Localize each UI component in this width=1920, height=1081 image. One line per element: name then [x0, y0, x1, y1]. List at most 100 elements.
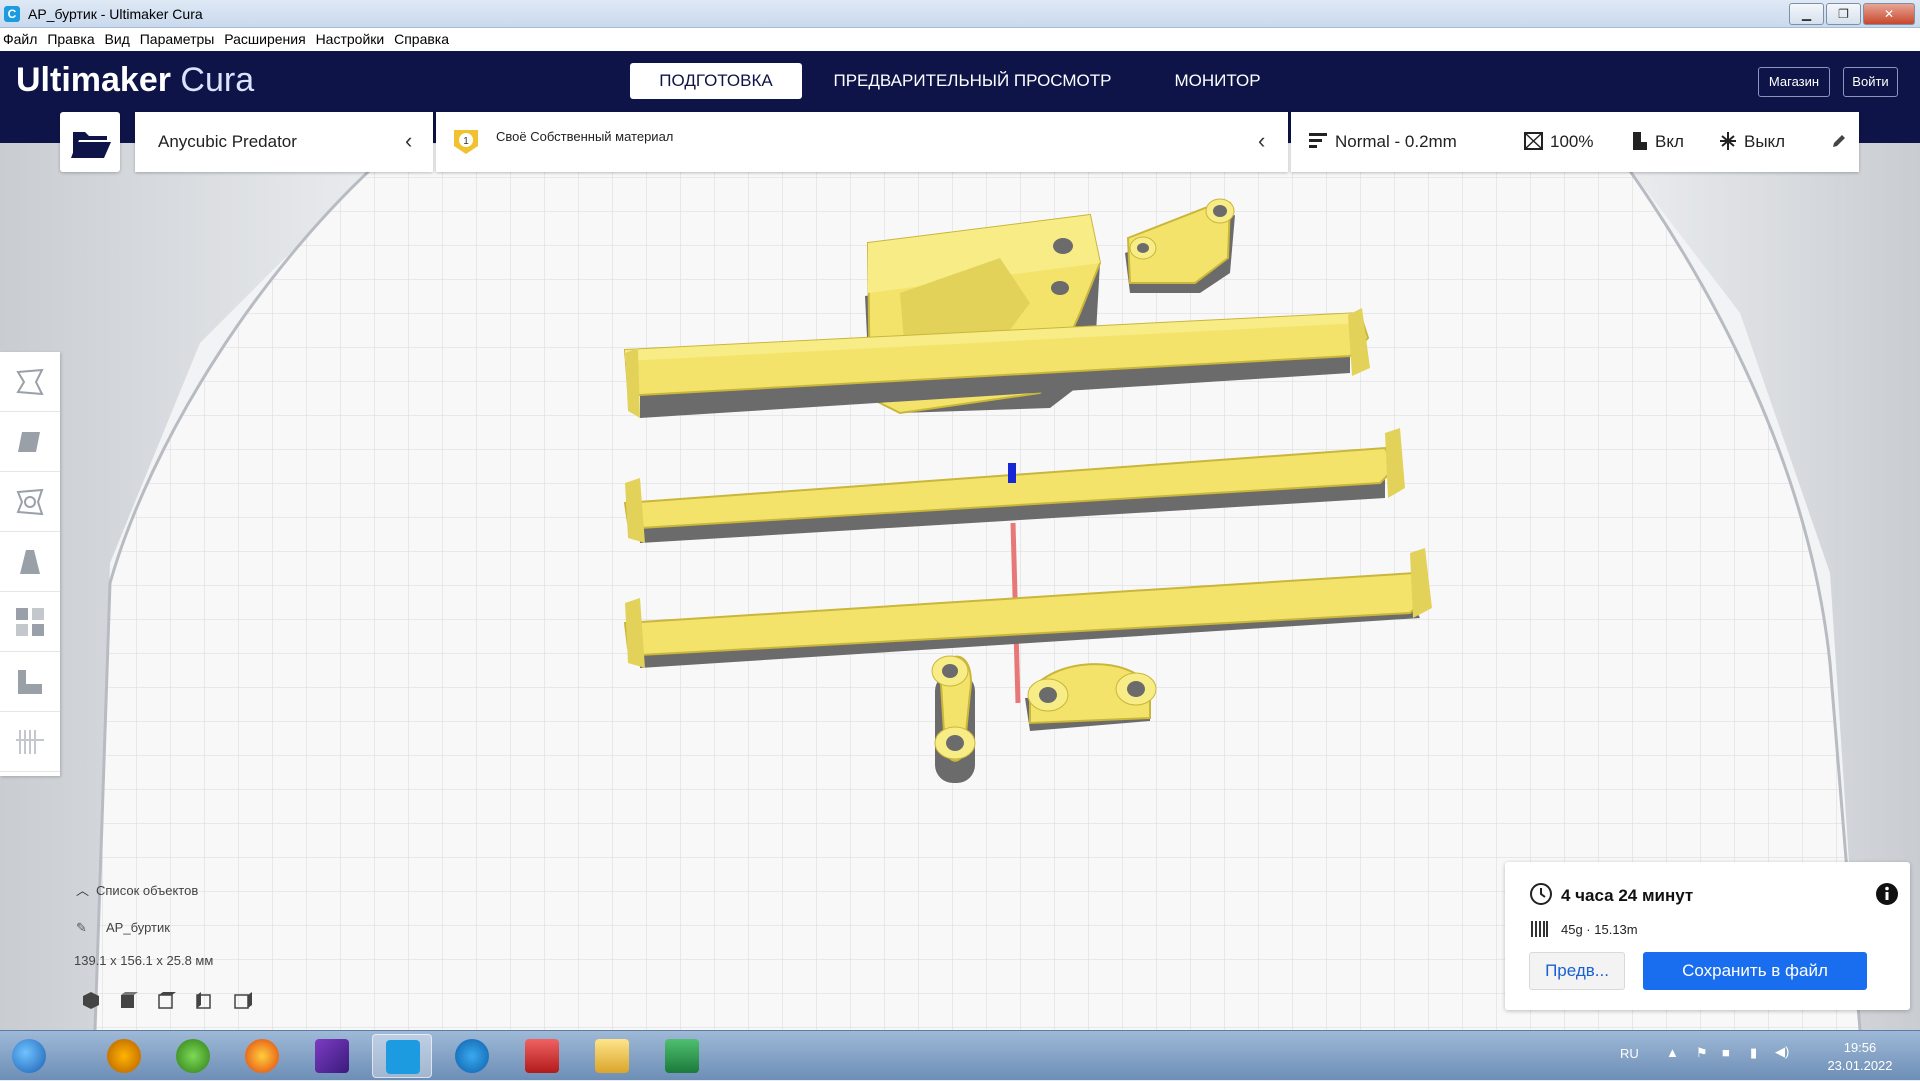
- infill-label: 100%: [1550, 132, 1594, 151]
- app-a-icon: [107, 1039, 141, 1073]
- taskbar-app-7[interactable]: [512, 1034, 572, 1078]
- window-title: AP_буртик - Ultimaker Cura: [28, 6, 203, 22]
- taskbar-excel[interactable]: [652, 1034, 712, 1078]
- adhesion-label: Выкл: [1744, 132, 1786, 151]
- adhesion-setting: Выкл: [1718, 132, 1785, 152]
- infill-icon: [1524, 132, 1543, 150]
- volume-icon[interactable]: ◀): [1775, 1044, 1789, 1060]
- ultimaker-cura-logo: Ultimaker Cura: [16, 61, 255, 99]
- view-right-icon: [234, 992, 252, 1009]
- minimize-button[interactable]: ▁: [1789, 3, 1824, 25]
- extruder-icon: 1: [454, 130, 478, 154]
- close-button[interactable]: ✕: [1863, 3, 1915, 25]
- tool-mirror[interactable]: [0, 532, 60, 592]
- object-list-toggle[interactable]: ︿ Список объектов: [76, 880, 198, 899]
- support-label: Вкл: [1655, 132, 1684, 151]
- menu-help[interactable]: Справка: [391, 28, 452, 47]
- tab-prepare[interactable]: ПОДГОТОВКА: [630, 63, 802, 99]
- tool-scale[interactable]: [0, 412, 60, 472]
- infill-setting: 100%: [1524, 132, 1593, 152]
- window-title-bar: C AP_буртик - Ultimaker Cura ▁ ❐ ✕: [0, 0, 1920, 28]
- taskbar-cura[interactable]: [372, 1034, 432, 1078]
- printer-selector[interactable]: Anycubic Predator ‹: [135, 112, 433, 172]
- login-button[interactable]: Войти: [1843, 67, 1898, 97]
- scale-tool-icon: [18, 432, 40, 452]
- app-c-icon: [455, 1039, 489, 1073]
- language-indicator[interactable]: RU: [1620, 1046, 1639, 1061]
- network-icon[interactable]: ▮: [1750, 1045, 1757, 1061]
- object-name-row[interactable]: ✎ AP_буртик: [76, 920, 170, 936]
- open-file-button[interactable]: [60, 112, 120, 172]
- windows-start-icon: [12, 1039, 46, 1073]
- view-buttons: [80, 990, 300, 1015]
- tab-preview[interactable]: ПРЕДВАРИТЕЛЬНЫЙ ПРОСМОТР: [820, 63, 1125, 99]
- tray-arrow-icon[interactable]: ▲: [1666, 1045, 1679, 1060]
- save-to-file-button[interactable]: Сохранить в файл: [1643, 952, 1867, 990]
- taskbar-app-6[interactable]: [442, 1034, 502, 1078]
- start-button[interactable]: [2, 1034, 56, 1078]
- chevron-left-icon: ‹: [1258, 128, 1266, 153]
- tool-support-blocker[interactable]: [0, 652, 60, 712]
- maximize-button[interactable]: ❐: [1826, 3, 1861, 25]
- menu-bar: Файл Правка Вид Параметры Расширения Нас…: [0, 28, 1920, 51]
- action-center-flag-icon[interactable]: ⚑: [1696, 1045, 1708, 1061]
- tool-custom-supports[interactable]: [0, 712, 60, 772]
- model-hook[interactable]: [931, 655, 976, 783]
- menu-preferences[interactable]: Настройки: [313, 28, 388, 47]
- mirror-tool-icon: [20, 550, 40, 574]
- support-blocker-icon: [18, 670, 42, 694]
- printer-name: Anycubic Predator: [158, 132, 297, 151]
- clock[interactable]: 19:56 23.01.2022: [1810, 1039, 1910, 1075]
- print-summary-panel: 4 часа 24 минут 45g · 15.13m Предв... Со…: [1505, 862, 1910, 1010]
- clock-icon: [1530, 883, 1552, 905]
- support-icon: [1633, 132, 1647, 150]
- menu-settings[interactable]: Параметры: [137, 28, 218, 47]
- folder-open-icon: [71, 132, 111, 158]
- marketplace-button[interactable]: Магазин: [1758, 67, 1830, 97]
- clock-date: 23.01.2022: [1827, 1058, 1893, 1073]
- support-setting: Вкл: [1629, 132, 1684, 152]
- material-selector[interactable]: 1 Своё Собственный материал ‹: [436, 112, 1288, 172]
- taskbar-explorer[interactable]: [582, 1034, 642, 1078]
- view-left-icon: [196, 992, 211, 1009]
- folder-icon: [595, 1039, 629, 1073]
- tool-move[interactable]: [0, 352, 60, 412]
- menu-edit[interactable]: Правка: [44, 28, 97, 47]
- pencil-icon[interactable]: [1831, 133, 1847, 149]
- taskbar-app-2[interactable]: [163, 1034, 223, 1078]
- info-icon[interactable]: [1875, 882, 1899, 906]
- view-front-icon: [121, 992, 138, 1008]
- windows-taskbar: RU ▲ ⚑ ■ ▮ ◀) 19:56 23.01.2022: [0, 1030, 1920, 1080]
- view-3d-icon: [83, 992, 99, 1009]
- adhesion-icon: [1720, 132, 1736, 150]
- app-purple-icon: [315, 1039, 349, 1073]
- preview-button[interactable]: Предв...: [1529, 952, 1625, 990]
- excel-icon: [665, 1039, 699, 1073]
- print-settings-selector[interactable]: Normal - 0.2mm 100% Вкл Выкл: [1291, 112, 1859, 172]
- spool-icon: [1531, 921, 1548, 937]
- material-name: Своё Собственный материал: [496, 129, 674, 144]
- tray-app-icon[interactable]: ■: [1722, 1045, 1730, 1060]
- custom-supports-icon: [16, 730, 44, 754]
- object-name: AP_буртик: [106, 920, 170, 935]
- taskbar-app-4[interactable]: [302, 1034, 362, 1078]
- cura-icon: [386, 1040, 420, 1074]
- tool-rotate[interactable]: [0, 472, 60, 532]
- move-tool-icon: [16, 368, 44, 396]
- print-time: 4 часа 24 минут: [1561, 886, 1694, 905]
- pencil-icon: ✎: [76, 920, 87, 935]
- taskbar-app-1[interactable]: [94, 1034, 154, 1078]
- tool-per-model-settings[interactable]: [0, 592, 60, 652]
- taskbar-app-3[interactable]: [232, 1034, 292, 1078]
- utorrent-icon: [176, 1039, 210, 1073]
- menu-view[interactable]: Вид: [102, 28, 133, 47]
- tool-panel: [0, 352, 60, 776]
- tab-monitor[interactable]: МОНИТОР: [1145, 63, 1290, 99]
- menu-extensions[interactable]: Расширения: [221, 28, 308, 47]
- app-red-icon: [525, 1039, 559, 1073]
- view-top-icon: [158, 992, 176, 1009]
- per-model-settings-icon: [16, 608, 44, 636]
- profile-lines-icon: [1309, 133, 1327, 148]
- object-dimensions: 139.1 x 156.1 x 25.8 мм: [74, 953, 214, 968]
- menu-file[interactable]: Файл: [0, 28, 40, 47]
